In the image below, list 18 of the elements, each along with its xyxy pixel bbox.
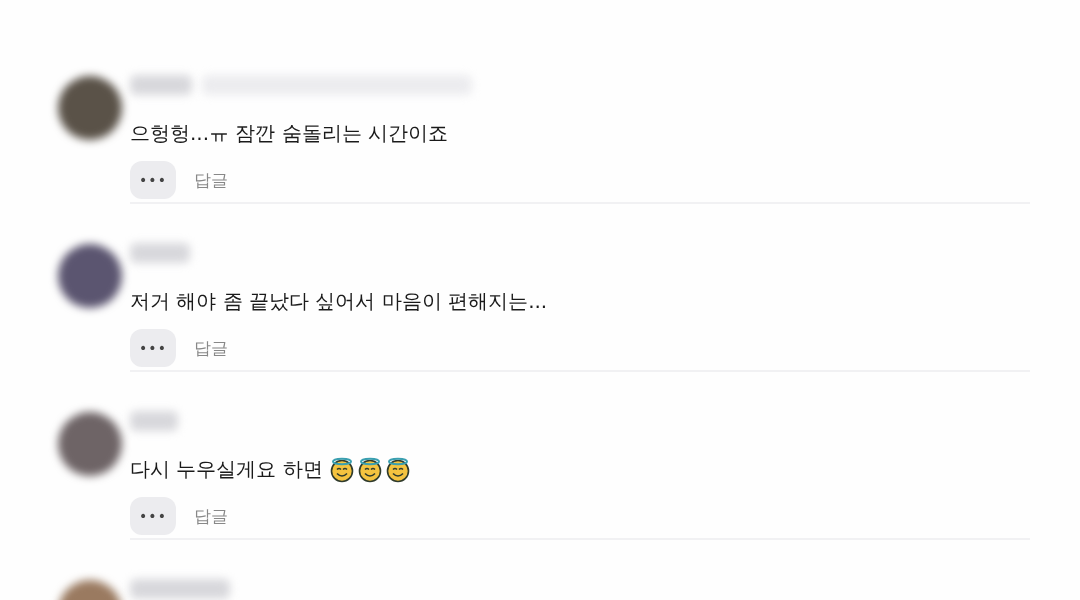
redacted-name (130, 243, 190, 263)
reply-link[interactable]: 답글 (194, 168, 228, 192)
more-button[interactable]: ••• (130, 497, 176, 535)
smiling-halo-face-icon (384, 456, 411, 483)
avatar-placeholder (58, 76, 122, 140)
reply-link[interactable]: 답글 (194, 504, 228, 528)
comment-text: 저거 해야 좀 끝났다 싶어서 마음이 편해지는... (130, 288, 548, 315)
reply-link[interactable]: 답글 (194, 336, 228, 360)
comment-text: 으헝헝...ㅠ 잠깐 숨돌리는 시간이죠 (130, 120, 449, 147)
smiling-halo-face-icon (356, 456, 383, 483)
avatar-placeholder (58, 244, 122, 308)
more-button[interactable]: ••• (130, 161, 176, 199)
more-button[interactable]: ••• (130, 329, 176, 367)
redacted-name (130, 411, 178, 431)
redacted-name (130, 75, 192, 95)
comment-text: 다시 누우실게요 하면 (130, 456, 323, 483)
smiling-halo-face-icon (328, 456, 355, 483)
avatar-placeholder (58, 412, 122, 476)
